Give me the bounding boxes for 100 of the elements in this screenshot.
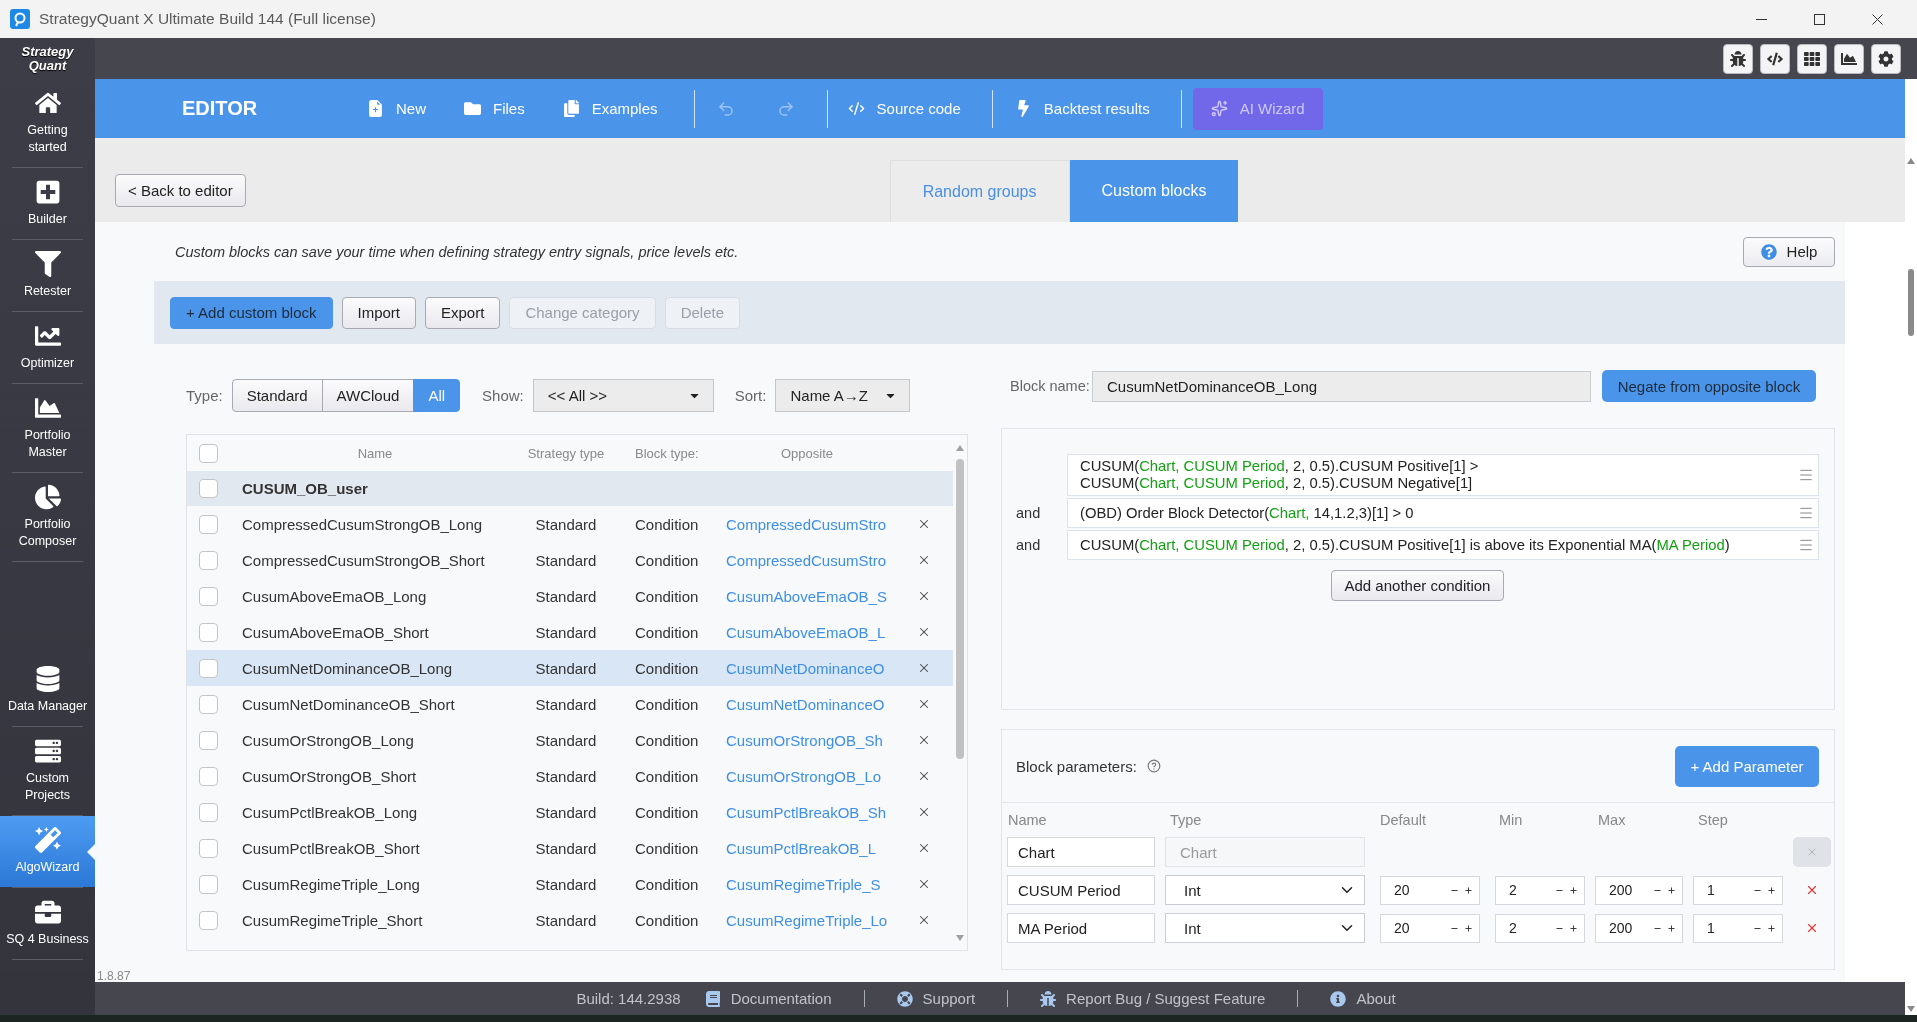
row-checkbox[interactable] [198,802,218,822]
table-row[interactable]: CusumOrStrongOB_Long Standard Condition CusumOrStrongOB_Sh [187,722,953,758]
plus-icon[interactable] [1569,885,1578,895]
close-icon[interactable] [1871,13,1883,25]
row-checkbox[interactable] [198,622,218,642]
sidebar-item[interactable]: Retester [0,240,95,311]
row-checkbox[interactable] [198,586,218,606]
name-input[interactable]: Chart [1007,837,1155,867]
select-all-checkbox[interactable] [198,443,218,463]
row-checkbox[interactable] [198,766,218,786]
menu-icon[interactable] [1798,537,1814,553]
delete-icon[interactable] [917,517,931,531]
number-input[interactable]: 1 [1693,875,1783,905]
table-row[interactable]: CompressedCusumStrongOB_Short Standard Condition CompressedCusumStro [187,542,953,578]
sidebar-item[interactable]: Portfolio Composer [0,473,95,561]
chart-button[interactable] [1834,43,1864,74]
delete-icon[interactable] [917,589,931,603]
sidebar-item[interactable]: Builder [0,168,95,239]
status-link[interactable]: Support [896,990,976,1007]
type-select[interactable]: Int [1165,875,1365,905]
table-row[interactable]: CusumRegimeTriple_Long Standard Condition CusumRegimeTriple_S [187,866,953,902]
group-checkbox[interactable] [198,479,218,498]
name-input[interactable]: CUSUM Period [1007,875,1155,905]
number-input[interactable]: 1 [1693,913,1783,943]
sidebar-item[interactable]: AlgoWizard [0,816,95,887]
table-row[interactable]: CusumNetDominanceOB_Short Standard Condition CusumNetDominanceO [187,686,953,722]
plus-icon[interactable] [1767,923,1776,933]
table-row[interactable]: CusumRegimeTriple_Short Standard Condition CusumRegimeTriple_Lo [187,902,953,938]
delete-icon[interactable] [917,769,931,783]
delete-icon[interactable] [1805,883,1819,897]
code-button[interactable] [1760,43,1790,74]
debug-button[interactable] [1723,43,1753,74]
layout-button[interactable] [1797,43,1827,74]
negate-button[interactable]: Negate from opposite block [1602,370,1816,402]
delete-icon[interactable] [917,553,931,567]
sidebar-item[interactable]: Getting started [0,79,95,167]
row-checkbox[interactable] [198,658,218,678]
row-checkbox[interactable] [198,694,218,714]
back-button[interactable]: < Back to editor [115,174,246,207]
toolbar-button[interactable]: Import [341,296,416,329]
number-input[interactable]: 2 [1495,913,1585,943]
row-checkbox[interactable] [198,550,218,570]
plus-icon[interactable] [1667,923,1676,933]
show-dropdown[interactable]: << All >> [532,379,714,412]
row-checkbox[interactable] [198,514,218,534]
number-input[interactable]: 20 [1380,913,1480,943]
status-link[interactable]: Report Bug / Suggest Feature [1040,990,1266,1007]
delete-icon[interactable] [917,625,931,639]
row-checkbox[interactable] [198,910,218,930]
table-row[interactable]: CusumAboveEmaOB_Long Standard Condition CusumAboveEmaOB_S [187,578,953,614]
plus-icon[interactable] [1667,885,1676,895]
type-select[interactable]: Int [1165,913,1365,943]
sidebar-item[interactable]: Optimizer [0,312,95,383]
add-condition-button[interactable]: Add another condition [1330,570,1505,601]
number-input[interactable]: 2 [1495,875,1585,905]
sidebar-item[interactable]: SQ 4 Business [0,888,95,959]
menu-icon[interactable] [1798,505,1814,521]
delete-icon[interactable] [1805,921,1819,935]
settings-button[interactable] [1871,43,1901,74]
condition-row[interactable]: (OBD) Order Block Detector(Chart, 14,1.2,3)[1] > 0 [1067,498,1819,528]
sort-dropdown[interactable]: Name A→Z [775,379,911,412]
row-checkbox[interactable] [198,838,218,858]
table-row[interactable]: CusumPctlBreakOB_Long Standard Condition CusumPctlBreakOB_Sh [187,794,953,830]
table-row[interactable]: CusumNetDominanceOB_Long Standard Condition CusumNetDominanceO [187,650,953,686]
row-checkbox[interactable] [198,730,218,750]
plus-icon[interactable] [1569,923,1578,933]
delete-icon[interactable] [917,877,931,891]
block-name-input[interactable]: CusumNetDominanceOB_Long [1092,370,1591,402]
plus-icon[interactable] [1464,885,1473,895]
delete-icon[interactable] [917,733,931,747]
delete-icon[interactable] [917,913,931,927]
name-input[interactable]: MA Period [1007,913,1155,943]
delete-icon[interactable] [917,805,931,819]
help-button[interactable]: Help [1743,236,1835,267]
type-option[interactable]: Standard [231,379,323,412]
maximize-icon[interactable] [1813,13,1825,25]
menu-icon[interactable] [1798,467,1814,483]
status-link[interactable]: About [1330,990,1396,1007]
toolbar-button[interactable]: Export [425,296,501,329]
condition-row[interactable]: CUSUM(Chart, CUSUM Period, 2, 0.5).CUSUM Positive[1] is above its Exponential MA(MA Period) [1067,530,1819,560]
sidebar-item[interactable]: Data Manager [0,655,95,726]
sidebar-item[interactable]: Custom Projects [0,727,95,815]
delete-icon[interactable] [917,697,931,711]
delete-icon[interactable] [917,841,931,855]
sidebar-item[interactable]: Portfolio Master [0,384,95,472]
table-row[interactable]: CusumPctlBreakOB_Short Standard Condition CusumPctlBreakOB_L [187,830,953,866]
number-input[interactable]: 20 [1380,875,1480,905]
table-row[interactable]: CusumOrStrongOB_Short Standard Condition CusumOrStrongOB_Lo [187,758,953,794]
condition-row[interactable]: CUSUM(Chart, CUSUM Period, 2, 0.5).CUSUM Positive[1] > CUSUM(Chart, CUSUM Period, 2, 0.5).CUSUM Negative[1] [1067,454,1819,496]
number-input[interactable]: 200 [1595,875,1683,905]
plus-icon[interactable] [1464,923,1473,933]
number-input[interactable]: 200 [1595,913,1683,943]
type-option[interactable]: AWCloud [321,379,415,412]
table-row[interactable]: CompressedCusumStrongOB_Long Standard Condition CompressedCusumStro [187,506,953,542]
plus-icon[interactable] [1767,885,1776,895]
row-checkbox[interactable] [198,874,218,894]
table-row[interactable]: CusumAboveEmaOB_Short Standard Condition CusumAboveEmaOB_L [187,614,953,650]
status-link[interactable]: Documentation [704,990,832,1007]
delete-icon[interactable] [917,661,931,675]
toolbar-button[interactable]: + Add custom block [170,296,333,329]
